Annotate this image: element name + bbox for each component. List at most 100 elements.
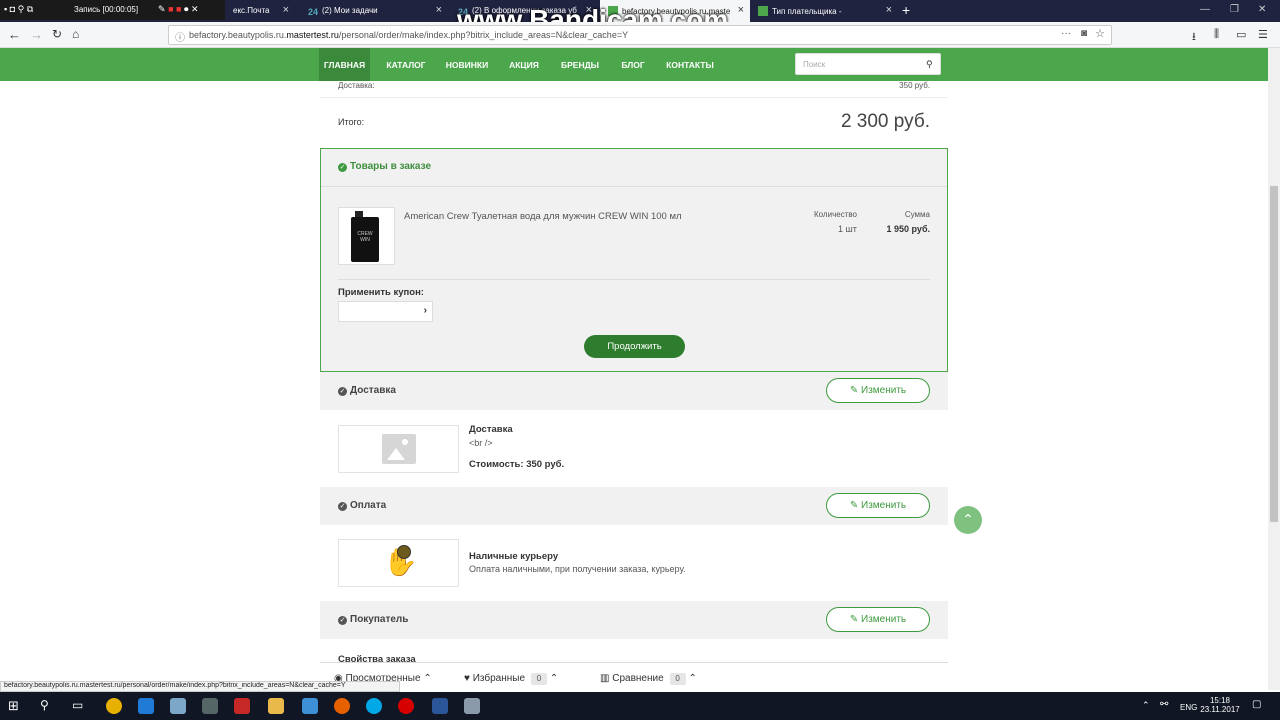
home-icon[interactable]: ⌂ — [72, 27, 79, 41]
compare-tab[interactable]: ▥ Сравнение 0 ⌃ — [600, 673, 697, 685]
compare-count: 0 — [669, 673, 686, 685]
back-icon[interactable]: ← — [8, 27, 21, 42]
chart-icon: ▥ — [600, 673, 610, 684]
buyer-title: Покупатель — [350, 614, 409, 625]
pocket-icon[interactable]: ◙ — [1081, 28, 1087, 39]
tray-chevron-icon[interactable]: ⌃ — [1142, 700, 1150, 711]
payment-title: Оплата — [350, 500, 387, 511]
scroll-to-top-button[interactable]: ⌃ — [954, 506, 982, 534]
windows-taskbar: ⊞ ⚲ ▭ ⌃ ⚯ ▢ — [0, 692, 1280, 720]
chevron-right-icon[interactable]: › — [424, 305, 427, 316]
delivery-body: Доставка <br /> Стоимость: 350 руб. — [320, 410, 948, 486]
url-domain: mastertest.ru — [286, 30, 339, 40]
payment-header[interactable]: ✓ Оплата ✎ Изменить — [320, 487, 948, 525]
minimize-icon[interactable]: — — [1200, 4, 1210, 15]
notification-icon[interactable]: ▢ — [1252, 699, 1261, 710]
payment-edit-button[interactable]: ✎ Изменить — [826, 493, 930, 518]
bottom-panel: ◉ Просмотренные ⌃ ♥ Избранные 0 ⌃ ▥ Сравн… — [320, 662, 948, 690]
edit-label: Изменить — [861, 500, 907, 511]
app-icon[interactable] — [464, 698, 480, 714]
edge-icon[interactable] — [138, 698, 154, 714]
tab-mail[interactable]: екс.Почта × — [225, 0, 295, 22]
menu-item-home[interactable]: ГЛАВНАЯ — [319, 48, 370, 81]
sum-value: 1 950 руб. — [886, 224, 930, 234]
download-icon[interactable]: ⭳ — [1192, 28, 1196, 47]
close-icon[interactable]: × — [738, 4, 744, 16]
search-icon[interactable]: ⚲ — [926, 59, 933, 70]
coin-icon — [397, 545, 411, 559]
clock-date: 23.11.2017 — [1200, 705, 1240, 714]
recorder-icons[interactable]: ▪ ◘ ⚲ ⧉ — [4, 4, 33, 15]
buyer-title-wrap: ✓ Покупатель — [338, 614, 408, 625]
language-indicator[interactable]: ENG — [1180, 703, 1197, 712]
product-image[interactable]: CREW WIN — [338, 207, 395, 265]
address-bar[interactable]: ⓘ befactory.beautypolis.ru.mastertest.ru… — [168, 25, 1112, 45]
recorder-controls[interactable]: ✎ ■ ■ ⏺ ✕ — [158, 4, 199, 15]
windows-start-icon[interactable]: ⊞ — [8, 698, 24, 714]
bottle-icon: CREW WIN — [351, 217, 379, 262]
url-path: /personal/order/make/index.php?bitrix_in… — [338, 30, 629, 40]
bandicam-icon[interactable] — [398, 698, 414, 714]
forward-icon[interactable]: → — [30, 27, 43, 42]
buyer-edit-button[interactable]: ✎ Изменить — [826, 607, 930, 632]
compare-label: Сравнение — [612, 673, 664, 684]
firefox-icon[interactable] — [334, 698, 350, 714]
status-bar-url: befactory.beautypolis.ru.mastertest.ru/p… — [0, 681, 400, 692]
edit-label: Изменить — [861, 614, 907, 625]
app-icon[interactable] — [202, 698, 218, 714]
menu-icon[interactable]: ☰ — [1258, 28, 1268, 41]
close-icon[interactable]: × — [436, 4, 442, 16]
menu-item-new[interactable]: НОВИНКИ — [441, 48, 493, 81]
more-icon[interactable]: ··· — [1061, 28, 1071, 39]
check-icon: ✓ — [338, 616, 347, 625]
bookmark-star-icon[interactable]: ☆ — [1095, 27, 1105, 40]
clock[interactable]: 15:18 23.11.2017 — [1200, 696, 1240, 714]
site-favicon — [758, 6, 768, 16]
delivery-header[interactable]: ✓ Доставка ✎ Изменить — [320, 372, 948, 410]
buyer-header[interactable]: ✓ Покупатель ✎ Изменить — [320, 601, 948, 639]
tab-label: (2) Мои задачи — [322, 6, 378, 15]
url-prefix: befactory.beautypolis.ru. — [189, 30, 287, 40]
sidebar-icon[interactable]: ▭ — [1236, 28, 1246, 41]
favorites-tab[interactable]: ♥ Избранные 0 ⌃ — [464, 673, 558, 685]
menu-item-brands[interactable]: БРЕНДЫ — [555, 48, 605, 81]
info-icon[interactable]: ⓘ — [175, 29, 185, 44]
chevron-up-icon: ⌃ — [688, 673, 697, 684]
menu-item-blog[interactable]: БЛОГ — [615, 48, 651, 81]
network-icon[interactable]: ⚯ — [1160, 699, 1168, 710]
divider — [338, 279, 930, 280]
task-view-icon[interactable]: ▭ — [72, 698, 88, 714]
search-input[interactable]: Поиск — [795, 53, 941, 75]
reload-icon[interactable]: ↻ — [52, 27, 62, 41]
menu-item-sale[interactable]: АКЦИЯ — [503, 48, 545, 81]
explorer-icon[interactable] — [268, 698, 284, 714]
menu-item-catalog[interactable]: КАТАЛОГ — [381, 48, 431, 81]
app-icon[interactable] — [170, 698, 186, 714]
new-tab-button[interactable]: + — [902, 0, 922, 22]
menu-item-contacts[interactable]: КОНТАКТЫ — [661, 48, 719, 81]
goods-header[interactable]: ✓ Товары в заказе — [321, 149, 947, 187]
close-window-icon[interactable]: ✕ — [1258, 4, 1266, 15]
browser-nav-bar: ← → ↻ ⌂ ⓘ befactory.beautypolis.ru.maste… — [0, 22, 1280, 48]
library-icon[interactable]: ⫼ — [1214, 28, 1219, 41]
heart-icon: ♥ — [464, 673, 470, 684]
tab-my-tasks[interactable]: 24 (2) Мои задачи × — [300, 0, 448, 22]
coupon-input[interactable]: › — [338, 301, 433, 322]
chrome-icon[interactable] — [106, 698, 122, 714]
word-icon[interactable] — [432, 698, 448, 714]
continue-button[interactable]: Продолжить — [584, 335, 685, 358]
scrollbar-thumb[interactable] — [1270, 186, 1278, 522]
restore-icon[interactable]: ❐ — [1230, 4, 1239, 15]
app-icon[interactable] — [302, 698, 318, 714]
filezilla-icon[interactable] — [234, 698, 250, 714]
search-icon[interactable]: ⚲ — [40, 698, 56, 714]
summary-delivery-value: 350 руб. — [899, 81, 930, 90]
product-name[interactable]: American Crew Туалетная вода для мужчин … — [404, 211, 682, 222]
close-icon[interactable]: × — [886, 4, 892, 16]
tab-payer-type[interactable]: Тип плательщика - × — [750, 0, 898, 22]
bitrix24-icon: 24 — [308, 7, 319, 17]
image-placeholder-icon — [382, 434, 416, 464]
delivery-edit-button[interactable]: ✎ Изменить — [826, 378, 930, 403]
close-icon[interactable]: × — [283, 4, 289, 16]
skype-icon[interactable] — [366, 698, 382, 714]
